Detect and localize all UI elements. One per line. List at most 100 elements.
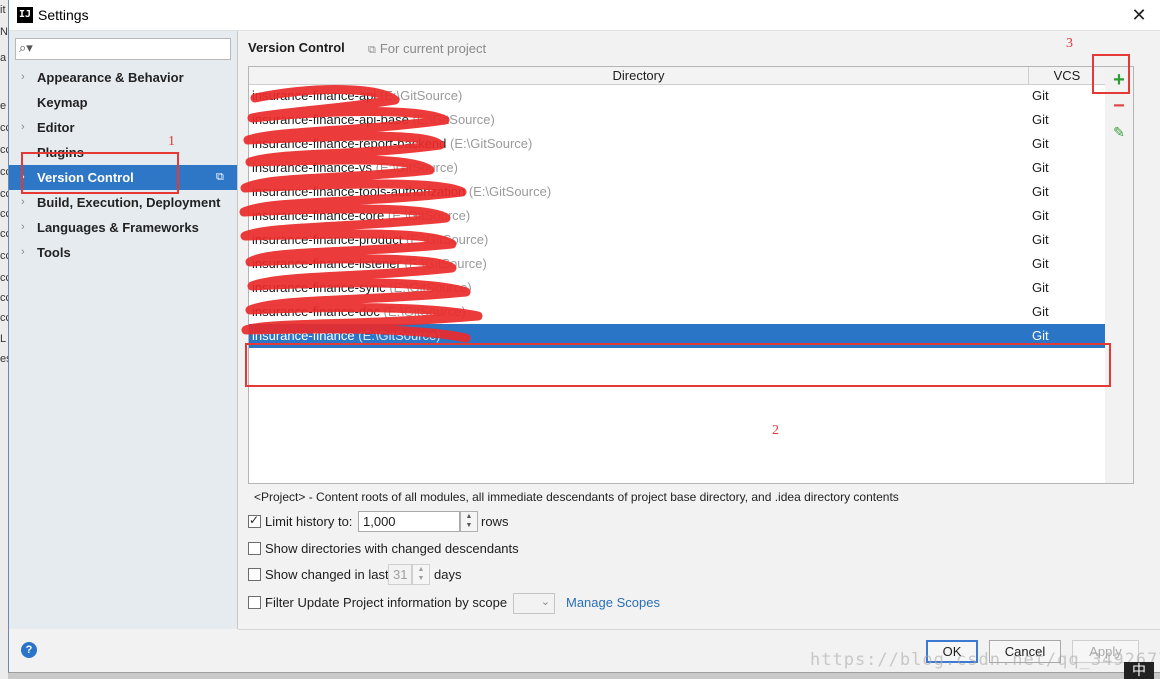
- table-row[interactable]: insurance-finance-sync (E:\GitSource) Git: [249, 276, 1105, 300]
- changed-days-value: 31: [393, 567, 408, 582]
- vcs-cell: Git: [1032, 280, 1049, 295]
- table-toolbar: + − ✎: [1105, 66, 1134, 484]
- table-row[interactable]: insurance-finance-core (E:\GitSource) Git: [249, 204, 1105, 228]
- directory-name: insurance-finance-tools-authorization: [252, 184, 466, 199]
- background-text: e: [0, 100, 7, 112]
- ime-indicator: 中: [1124, 662, 1154, 679]
- table-row[interactable]: insurance-finance-product (E:\GitSource)…: [249, 228, 1105, 252]
- chevron-right-icon: ›: [21, 196, 25, 208]
- chevron-right-icon: ›: [21, 246, 25, 258]
- changed-days-input[interactable]: 31: [388, 564, 412, 585]
- sidebar-item-label: Appearance & Behavior: [37, 70, 184, 85]
- directory-path: (E:\GitSource): [375, 160, 458, 175]
- annotation-number-3: 3: [1066, 36, 1073, 51]
- vcs-cell: Git: [1032, 232, 1049, 247]
- project-scope-icon: ⧉: [368, 44, 376, 56]
- show-changed-descendants-label: Show directories with changed descendant…: [265, 541, 519, 556]
- vcs-cell: Git: [1032, 112, 1049, 127]
- directory-path: (E:\GitSource): [379, 88, 463, 103]
- vcs-mappings-table[interactable]: Directory VCS insurance-finance-api (E:\…: [248, 66, 1106, 484]
- directory-cell: insurance-finance-doc (E:\GitSource): [252, 300, 466, 324]
- table-row-selected[interactable]: insurance-finance (E:\GitSource) Git: [249, 324, 1105, 348]
- sidebar-item-languages-frameworks[interactable]: › Languages & Frameworks: [9, 215, 237, 240]
- directory-cell: insurance-finance-core (E:\GitSource): [252, 204, 470, 228]
- history-limit-stepper[interactable]: ▲ ▼: [460, 511, 478, 532]
- table-row[interactable]: insurance-finance-vs (E:\GitSource) Git: [249, 156, 1105, 180]
- intellij-logo-icon: IJ: [17, 7, 33, 23]
- vcs-cell: Git: [1032, 256, 1049, 271]
- sidebar-item-tools[interactable]: › Tools: [9, 240, 237, 265]
- column-header-directory[interactable]: Directory: [249, 67, 1029, 84]
- vcs-cell: Git: [1032, 208, 1049, 223]
- watermark: https://blog.csdn.net/qq_34926773: [810, 650, 1160, 670]
- settings-dialog: IJ Settings ✕ ⌕▾ › Appearance & Behavior…: [8, 0, 1160, 673]
- window-title: Settings: [38, 7, 89, 23]
- table-row[interactable]: insurance-finance-listener (E:\GitSource…: [249, 252, 1105, 276]
- directory-path: (E:\GitSource): [383, 304, 466, 319]
- limit-history-checkbox[interactable]: [248, 513, 261, 528]
- add-mapping-button[interactable]: +: [1109, 70, 1129, 90]
- close-icon[interactable]: ✕: [1127, 3, 1151, 27]
- sidebar-item-editor[interactable]: › Editor: [9, 115, 237, 140]
- project-roots-note: <Project> - Content roots of all modules…: [254, 490, 899, 504]
- directory-path: (E:\GitSource): [405, 232, 489, 247]
- changed-days-stepper[interactable]: ▲ ▼: [412, 564, 430, 585]
- show-changed-last-checkbox[interactable]: [248, 568, 261, 581]
- sidebar-item-label: Keymap: [37, 95, 88, 110]
- sidebar-item-appearance-behavior[interactable]: › Appearance & Behavior: [9, 65, 237, 90]
- sidebar-item-label: Build, Execution, Deployment: [37, 195, 221, 210]
- history-limit-value: 1,000: [363, 514, 396, 529]
- show-changed-descendants-checkbox[interactable]: [248, 542, 261, 555]
- directory-name: insurance-finance-api: [252, 88, 377, 103]
- days-label: days: [434, 567, 462, 582]
- settings-search-input[interactable]: ⌕▾: [15, 38, 231, 60]
- directory-name: insurance-finance-vs: [252, 160, 372, 175]
- directory-name: insurance-finance-product: [252, 232, 403, 247]
- vcs-cell: Git: [1032, 88, 1049, 103]
- table-row[interactable]: insurance-finance-tools-authorization (E…: [249, 180, 1105, 204]
- sidebar-item-build-execution-deployment[interactable]: › Build, Execution, Deployment: [9, 190, 237, 215]
- help-button[interactable]: ?: [21, 642, 37, 658]
- directory-cell: insurance-finance-sync (E:\GitSource): [252, 276, 472, 300]
- manage-scopes-link[interactable]: Manage Scopes: [566, 595, 660, 610]
- edit-mapping-button[interactable]: ✎: [1109, 122, 1129, 142]
- scope-select[interactable]: ⌄: [513, 593, 555, 614]
- sidebar-item-keymap[interactable]: Keymap: [9, 90, 237, 115]
- table-row[interactable]: insurance-finance-api (E:\GitSource) Git: [249, 84, 1105, 108]
- search-icon: ⌕▾: [19, 40, 33, 55]
- vcs-cell: Git: [1032, 160, 1049, 175]
- title-bar[interactable]: IJ Settings ✕: [9, 0, 1160, 31]
- directory-cell: insurance-finance-product (E:\GitSource): [252, 228, 488, 252]
- filter-update-label: Filter Update Project information by sco…: [265, 595, 508, 610]
- history-limit-input[interactable]: 1,000: [358, 511, 460, 532]
- directory-cell: insurance-finance-api-base (E:\GitSource…: [252, 108, 495, 132]
- annotation-number-2: 2: [772, 423, 779, 438]
- directory-cell: insurance-finance-vs (E:\GitSource): [252, 156, 458, 180]
- directory-cell: insurance-finance-listener (E:\GitSource…: [252, 252, 487, 276]
- filter-update-checkbox[interactable]: [248, 596, 261, 609]
- column-header-vcs[interactable]: VCS: [1029, 67, 1105, 84]
- scope-hint: ⧉ For current project: [368, 41, 486, 57]
- directory-path: (E:\GitSource): [389, 280, 472, 295]
- background-text: L: [0, 333, 7, 345]
- sidebar-item-plugins[interactable]: Plugins: [9, 140, 237, 165]
- table-row[interactable]: insurance-finance-report-backend (E:\Git…: [249, 132, 1105, 156]
- directory-cell: insurance-finance-api (E:\GitSource): [252, 84, 462, 108]
- sidebar-item-version-control[interactable]: › Version Control ⧉: [9, 165, 237, 190]
- directory-cell: insurance-finance-report-backend (E:\Git…: [252, 132, 532, 156]
- chevron-right-icon: ›: [21, 71, 25, 83]
- sidebar-item-label: Tools: [37, 245, 71, 260]
- vcs-cell: Git: [1032, 304, 1049, 319]
- chevron-right-icon: ›: [21, 171, 25, 183]
- directory-cell: insurance-finance-tools-authorization (E…: [252, 180, 551, 204]
- directory-name: insurance-finance-report-backend: [252, 136, 447, 151]
- table-row[interactable]: insurance-finance-api-base (E:\GitSource…: [249, 108, 1105, 132]
- rows-label: rows: [481, 514, 509, 529]
- vcs-cell: Git: [1032, 184, 1049, 199]
- directory-path: (E:\GitSource): [404, 256, 487, 271]
- remove-mapping-button[interactable]: −: [1109, 96, 1129, 116]
- project-scope-icon: ⧉: [216, 171, 224, 183]
- directory-name: insurance-finance-core: [252, 208, 385, 223]
- chevron-right-icon: ›: [21, 221, 25, 233]
- table-row[interactable]: insurance-finance-doc (E:\GitSource) Git: [249, 300, 1105, 324]
